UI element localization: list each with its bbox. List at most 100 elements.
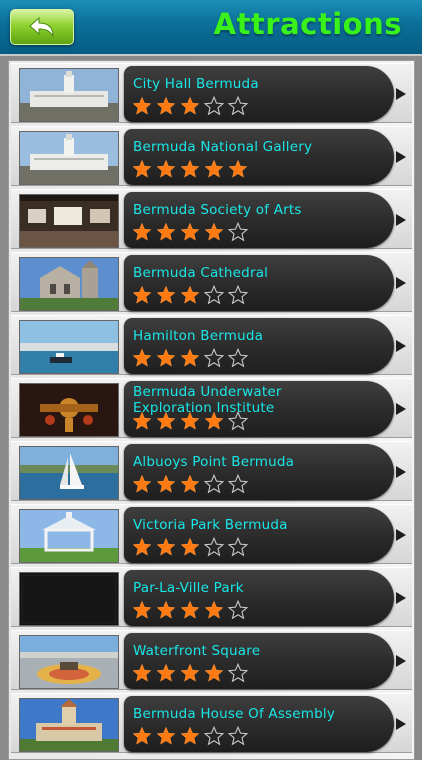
attraction-row[interactable]: City Hall Bermuda [11,63,412,123]
attraction-panel[interactable]: Par-La-Ville Park [124,570,406,626]
star-filled-icon [204,600,224,622]
attraction-row[interactable]: Hamilton Bermuda [11,315,412,375]
disclosure-arrow-icon [396,592,406,604]
star-empty-icon [204,348,224,370]
attraction-name: Albuoys Point Bermuda [133,454,295,470]
back-arrow-icon [27,16,57,38]
star-empty-icon [228,663,248,685]
star-empty-icon [228,285,248,307]
star-rating [132,96,248,118]
attraction-row[interactable]: Waterfront Square [11,630,412,690]
attraction-name: City Hall Bermuda [133,76,259,92]
star-filled-icon [156,348,176,370]
attraction-panel[interactable]: Bermuda National Gallery [124,129,406,185]
star-filled-icon [132,285,152,307]
attraction-panel[interactable]: City Hall Bermuda [124,66,406,122]
star-rating [132,159,248,181]
star-filled-icon [180,159,200,181]
star-filled-icon [156,600,176,622]
star-filled-icon [204,222,224,244]
attraction-panel[interactable]: Bermuda Society of Arts [124,192,406,248]
attraction-panel[interactable]: Hamilton Bermuda [124,318,406,374]
star-filled-icon [180,96,200,118]
star-empty-icon [228,411,248,433]
disclosure-arrow-icon [396,403,406,415]
attraction-name: Par-La-Ville Park [133,580,244,596]
star-rating [132,474,248,496]
attraction-name: Bermuda National Gallery [133,139,313,155]
attraction-panel[interactable]: Victoria Park Bermuda [124,507,406,563]
star-filled-icon [132,348,152,370]
star-rating [132,411,248,433]
attraction-panel[interactable]: Bermuda House Of Assembly [124,696,406,752]
disclosure-arrow-icon [396,340,406,352]
star-empty-icon [228,600,248,622]
attraction-thumbnail [19,131,119,185]
star-filled-icon [156,474,176,496]
attraction-thumbnail [19,446,119,500]
attraction-thumbnail [19,572,119,626]
attraction-thumbnail [19,257,119,311]
star-filled-icon [180,474,200,496]
star-rating [132,285,248,307]
attractions-list[interactable]: City Hall Bermuda Bermuda National Galle… [8,60,415,760]
attraction-panel[interactable]: Bermuda Cathedral [124,255,406,311]
attraction-row[interactable]: Bermuda House Of Assembly [11,693,412,753]
attraction-panel[interactable]: Bermuda Underwater Exploration Institute [124,381,406,437]
star-filled-icon [180,411,200,433]
attraction-thumbnail [19,509,119,563]
star-rating [132,663,248,685]
attraction-panel[interactable]: Albuoys Point Bermuda [124,444,406,500]
star-empty-icon [228,726,248,748]
attraction-row[interactable]: Bermuda National Gallery [11,126,412,186]
star-filled-icon [180,348,200,370]
attraction-row[interactable]: Bermuda Underwater Exploration Institute [11,378,412,438]
star-filled-icon [204,411,224,433]
attraction-row[interactable]: Victoria Park Bermuda [11,504,412,564]
attraction-thumbnail [19,194,119,248]
attraction-thumbnail [19,635,119,689]
star-rating [132,726,248,748]
star-empty-icon [228,474,248,496]
attraction-thumbnail [19,68,119,122]
star-rating [132,537,248,559]
attraction-row[interactable]: Par-La-Ville Park [11,567,412,627]
star-filled-icon [132,159,152,181]
star-filled-icon [228,159,248,181]
attraction-row[interactable]: Bermuda Society of Arts [11,189,412,249]
back-button[interactable] [10,9,74,45]
attraction-thumbnail [19,320,119,374]
attraction-row[interactable]: Bermuda Cathedral [11,252,412,312]
disclosure-arrow-icon [396,151,406,163]
attraction-row[interactable]: Albuoys Point Bermuda [11,441,412,501]
disclosure-arrow-icon [396,88,406,100]
disclosure-arrow-icon [396,529,406,541]
app-header: Attractions [0,0,422,56]
disclosure-arrow-icon [396,718,406,730]
attraction-name: Bermuda Society of Arts [133,202,302,218]
star-filled-icon [132,411,152,433]
star-filled-icon [156,726,176,748]
attraction-name: Victoria Park Bermuda [133,517,288,533]
star-filled-icon [180,663,200,685]
attraction-name: Hamilton Bermuda [133,328,264,344]
star-empty-icon [228,348,248,370]
star-empty-icon [204,96,224,118]
star-filled-icon [204,159,224,181]
star-filled-icon [132,96,152,118]
attraction-panel[interactable]: Waterfront Square [124,633,406,689]
star-empty-icon [228,537,248,559]
attraction-name: Bermuda House Of Assembly [133,706,336,722]
star-empty-icon [204,726,224,748]
disclosure-arrow-icon [396,655,406,667]
star-filled-icon [180,726,200,748]
star-filled-icon [156,159,176,181]
star-filled-icon [132,726,152,748]
star-empty-icon [204,474,224,496]
star-empty-icon [204,285,224,307]
star-filled-icon [156,96,176,118]
star-filled-icon [180,600,200,622]
star-filled-icon [132,222,152,244]
attraction-name: Bermuda Cathedral [133,265,269,281]
page-title: Attractions [213,7,402,41]
